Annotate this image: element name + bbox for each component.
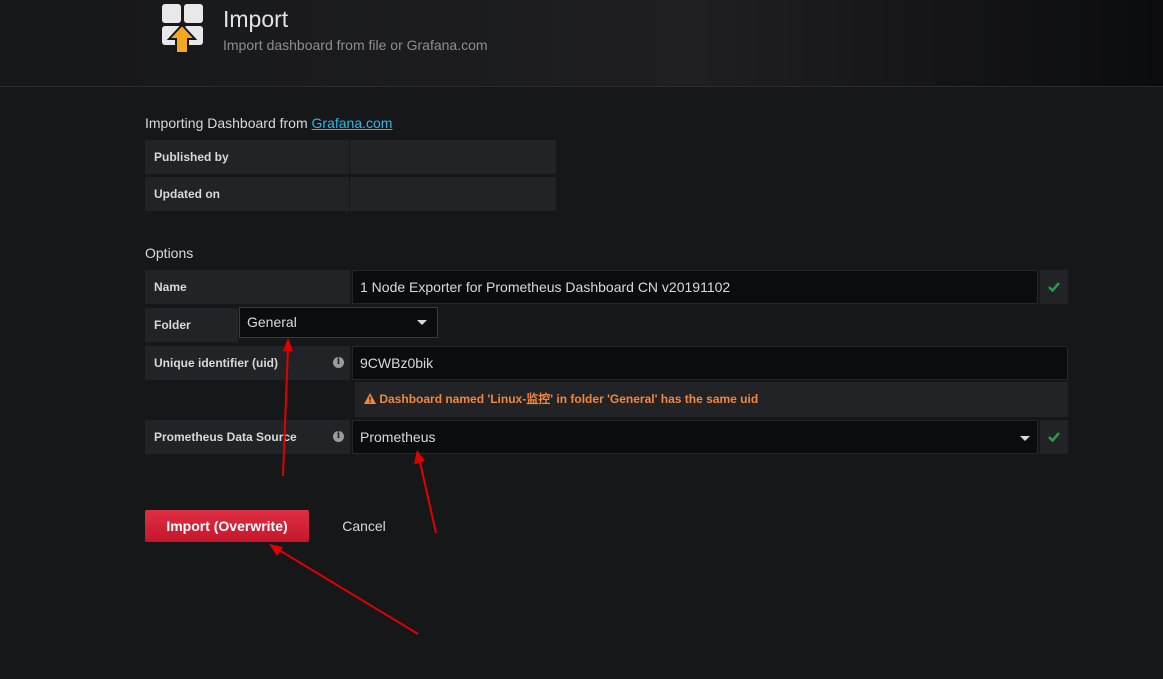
- updated-on-value: [350, 177, 556, 211]
- folder-chevron-down-icon: [417, 320, 427, 325]
- import-overwrite-button[interactable]: Import (Overwrite): [145, 510, 309, 542]
- uid-conflict-warning: Dashboard named 'Linux-监控' in folder 'Ge…: [355, 382, 1068, 417]
- datasource-select[interactable]: Prometheus: [352, 420, 1038, 454]
- datasource-info-icon[interactable]: i: [333, 431, 344, 442]
- uid-conflict-warning-text: Dashboard named 'Linux-监控' in folder 'Ge…: [379, 392, 759, 406]
- name-label: Name: [145, 270, 350, 304]
- import-source-prefix: Importing Dashboard from: [145, 115, 312, 131]
- cancel-button[interactable]: Cancel: [330, 510, 398, 542]
- datasource-chevron-down-icon: [1020, 436, 1030, 441]
- folder-label: Folder: [145, 308, 238, 342]
- page-header: Import Import dashboard from file or Gra…: [0, 0, 1163, 87]
- name-valid-check-icon: [1040, 270, 1068, 304]
- folder-select[interactable]: General: [239, 307, 438, 338]
- uid-input[interactable]: 9CWBz0bik: [352, 346, 1068, 380]
- arrow-to-import-button: [269, 544, 419, 635]
- options-heading: Options: [145, 245, 194, 261]
- updated-on-label: Updated on: [145, 177, 349, 211]
- published-by-value: [350, 140, 556, 174]
- folder-select-value: General: [247, 314, 297, 330]
- uid-label: Unique identifier (uid): [145, 346, 350, 380]
- published-by-label: Published by: [145, 140, 349, 174]
- page-subtitle: Import dashboard from file or Grafana.co…: [223, 37, 488, 53]
- datasource-label: Prometheus Data Source: [145, 420, 350, 454]
- grafana-com-link[interactable]: Grafana.com: [312, 115, 393, 131]
- import-dashboard-icon: [162, 4, 203, 54]
- datasource-select-value: Prometheus: [360, 429, 436, 445]
- page-title: Import: [223, 6, 289, 32]
- datasource-valid-check-icon: [1040, 420, 1068, 454]
- import-source-heading: Importing Dashboard from Grafana.com: [145, 115, 392, 131]
- name-input[interactable]: 1 Node Exporter for Prometheus Dashboard…: [352, 270, 1038, 304]
- arrow-to-datasource-select: [414, 450, 437, 534]
- uid-info-icon[interactable]: i: [333, 357, 344, 368]
- warning-icon: [364, 393, 376, 404]
